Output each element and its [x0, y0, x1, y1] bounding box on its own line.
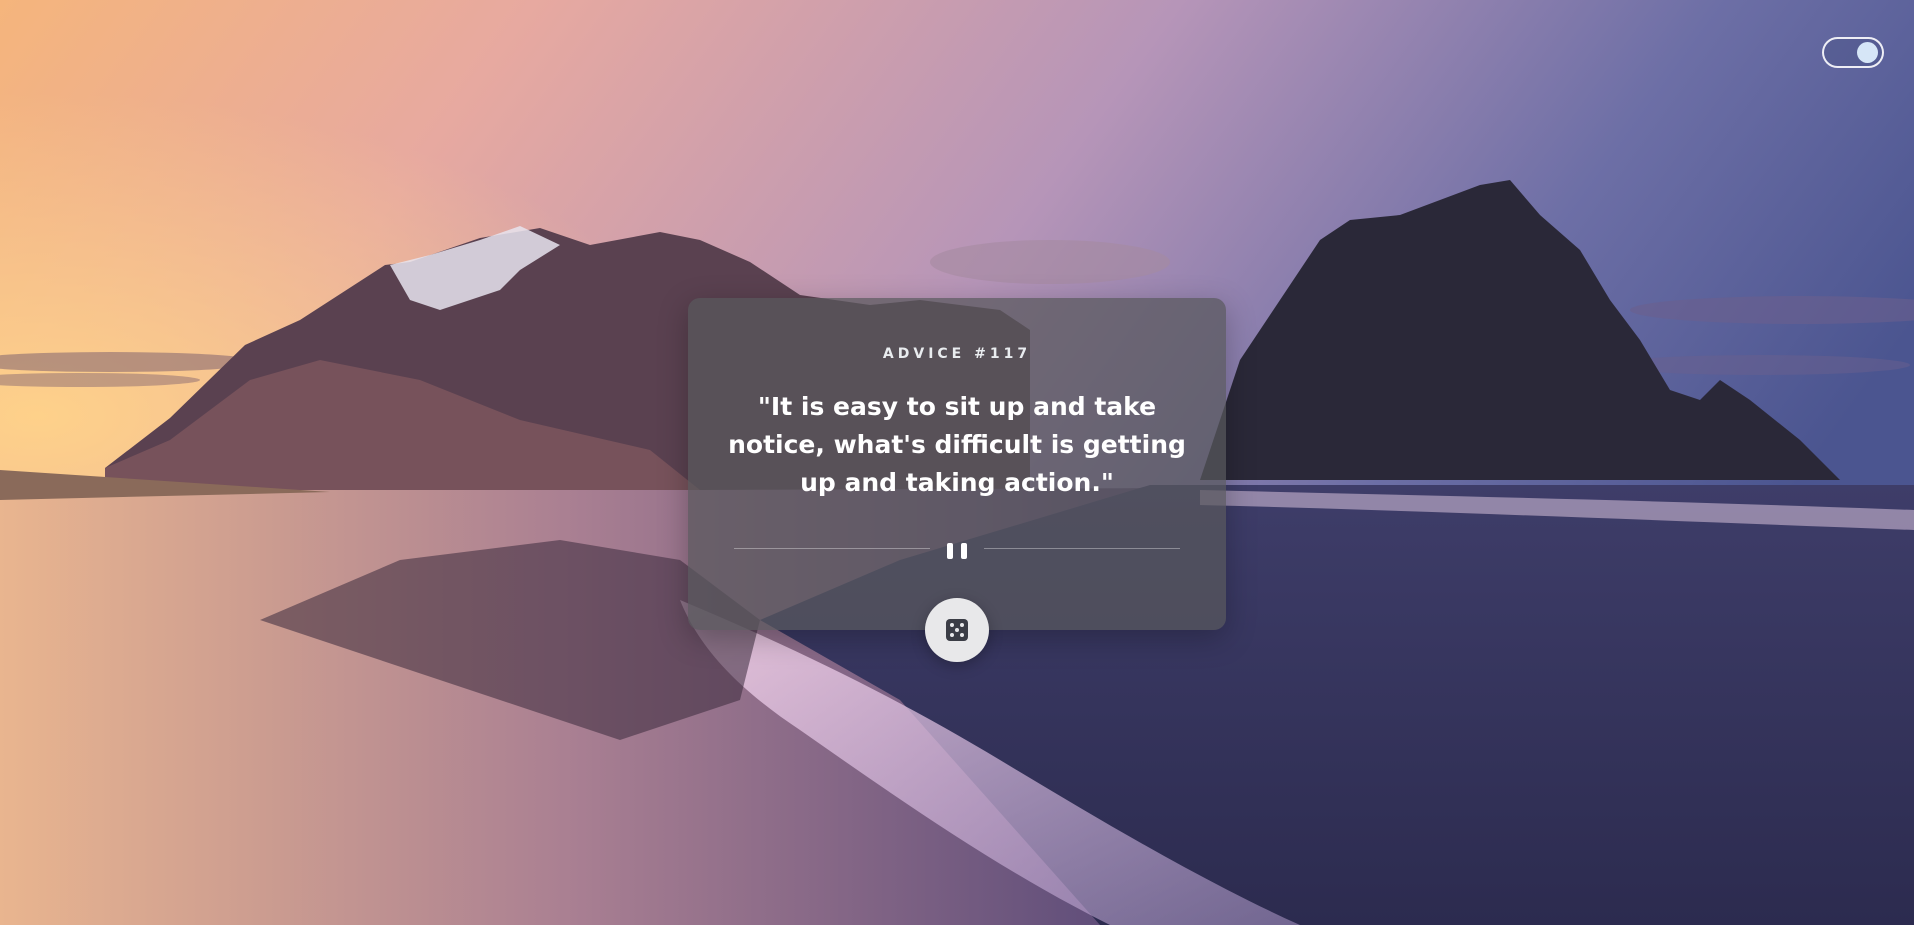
advice-quote: "It is easy to sit up and take notice, w…: [728, 392, 1186, 497]
toggle-knob: [1857, 42, 1878, 63]
advice-id: ADVICE #117: [882, 346, 1032, 362]
divider-line-right: [984, 548, 1180, 549]
dice-icon: [946, 619, 968, 641]
divider-line-left: [734, 548, 930, 549]
pause-icon: [947, 543, 967, 559]
theme-toggle[interactable]: [1822, 37, 1884, 68]
advice-card: ADVICE #117 "It is easy to sit up and ta…: [688, 298, 1226, 630]
divider: [734, 543, 1180, 559]
new-advice-button[interactable]: [925, 598, 989, 662]
